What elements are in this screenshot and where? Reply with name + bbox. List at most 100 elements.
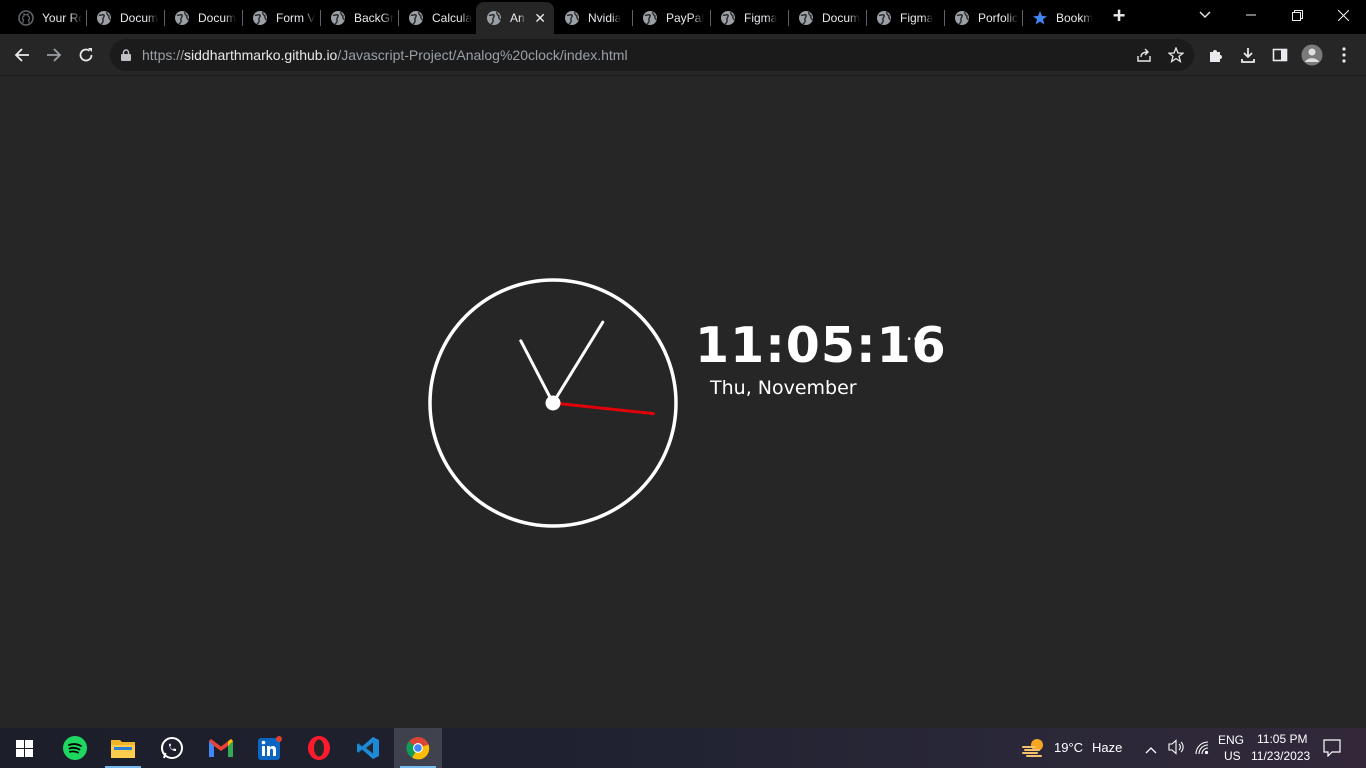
taskbar-app-opera[interactable] xyxy=(295,728,343,768)
tab-title: PayPal xyxy=(666,11,705,25)
browser-tab[interactable]: Your Re xyxy=(8,4,86,32)
gmail-icon xyxy=(209,739,233,757)
lock-icon xyxy=(121,49,131,61)
wifi-icon xyxy=(1195,741,1209,755)
globe-icon xyxy=(954,10,970,26)
tab-title: Figma xyxy=(744,11,778,25)
browser-toolbar: https://siddharthmarko.github.io/Javascr… xyxy=(0,34,1366,76)
tab-title: BackGr xyxy=(354,11,394,25)
taskbar-app-linkedin[interactable] xyxy=(246,728,294,768)
browser-tab[interactable]: Figma xyxy=(710,4,788,32)
second-hand xyxy=(551,401,655,416)
weather-condition: Haze xyxy=(1092,740,1123,755)
taskbar-app-file-explorer[interactable] xyxy=(99,728,147,768)
minimize-icon xyxy=(1246,14,1256,16)
tab-strip: Your Re Docum Docum Form V BackGr Calcula An ✕ N… xyxy=(0,0,1366,34)
tab-title: Your Re xyxy=(42,11,82,25)
tab-search-button[interactable] xyxy=(1182,0,1228,30)
back-button[interactable] xyxy=(9,42,35,68)
folder-icon xyxy=(111,740,135,758)
clock-time[interactable]: 11:05 PM xyxy=(1257,732,1307,746)
tab-title: Bookm xyxy=(1056,11,1094,25)
windows-logo-icon xyxy=(15,739,33,757)
start-button[interactable] xyxy=(0,728,48,768)
address-bar[interactable]: https://siddharthmarko.github.io/Javascr… xyxy=(110,39,1194,71)
close-window-button[interactable] xyxy=(1320,0,1366,30)
browser-tab[interactable]: Calcula xyxy=(398,4,476,32)
hour-hand xyxy=(519,339,555,405)
chevron-up-icon xyxy=(1145,747,1157,754)
star-icon xyxy=(1032,10,1048,26)
tab-title: Docum xyxy=(120,11,159,25)
show-hidden-icons-button[interactable] xyxy=(1145,741,1157,759)
close-icon xyxy=(1337,9,1349,21)
forward-button[interactable] xyxy=(41,42,67,68)
browser-tab[interactable]: Docum xyxy=(788,4,866,32)
taskbar-app-spotify[interactable] xyxy=(51,728,99,768)
globe-icon xyxy=(408,10,424,26)
speaker-icon xyxy=(1168,739,1184,755)
action-center-button[interactable] xyxy=(1323,739,1341,762)
extensions-button[interactable] xyxy=(1204,43,1228,67)
whatsapp-icon xyxy=(161,737,183,759)
vscode-icon xyxy=(357,737,379,759)
page-content: 11:05:16 ··· Thu, November xyxy=(0,77,1366,728)
input-language[interactable]: ENG xyxy=(1218,733,1244,747)
globe-icon xyxy=(486,10,502,26)
chevron-down-icon xyxy=(1199,11,1211,18)
url-scheme: https:// xyxy=(142,47,185,63)
arrow-left-icon xyxy=(14,48,29,62)
opera-icon xyxy=(308,736,330,760)
bookmark-button[interactable] xyxy=(1164,43,1188,67)
browser-tab[interactable]: Porfolic xyxy=(944,4,1022,32)
browser-tab[interactable]: Figma xyxy=(866,4,944,32)
share-button[interactable] xyxy=(1132,43,1156,67)
haze-weather-icon xyxy=(1022,739,1043,757)
star-outline-icon xyxy=(1168,47,1184,63)
weather-temp: 19°C xyxy=(1054,740,1084,755)
arrow-right-icon xyxy=(47,48,62,62)
new-tab-button[interactable]: + xyxy=(1106,5,1132,29)
url-path: /Javascript-Project/Analog%20clock/index… xyxy=(337,47,628,63)
taskbar-app-whatsapp[interactable] xyxy=(148,728,196,768)
downloads-button[interactable] xyxy=(1236,43,1260,67)
browser-tab[interactable]: Docum xyxy=(164,4,242,32)
profile-avatar[interactable] xyxy=(1300,43,1324,67)
side-panel-button[interactable] xyxy=(1268,43,1292,67)
tab-title: An xyxy=(510,11,525,25)
globe-icon xyxy=(174,10,190,26)
network-button[interactable] xyxy=(1194,740,1210,761)
taskbar-app-gmail[interactable] xyxy=(197,728,245,768)
url-text: https://siddharthmarko.github.io/Javascr… xyxy=(142,47,628,63)
reload-button[interactable] xyxy=(73,42,99,68)
browser-tab[interactable]: Docum xyxy=(86,4,164,32)
date-text: Thu, November xyxy=(710,377,857,399)
restore-icon xyxy=(1291,9,1303,21)
globe-icon xyxy=(96,10,112,26)
taskbar-app-chrome[interactable] xyxy=(394,728,442,768)
globe-icon xyxy=(720,10,736,26)
globe-icon xyxy=(876,10,892,26)
browser-tab[interactable]: Bookm xyxy=(1022,4,1100,32)
minimize-button[interactable] xyxy=(1228,0,1274,30)
globe-icon xyxy=(798,10,814,26)
close-tab-icon[interactable]: ✕ xyxy=(534,10,546,27)
ellipsis-text: ··· xyxy=(906,327,926,351)
volume-button[interactable] xyxy=(1168,739,1186,760)
browser-tab[interactable]: PayPal xyxy=(632,4,710,32)
browser-tab[interactable]: Nvidia xyxy=(554,4,632,32)
weather-widget[interactable] xyxy=(1021,737,1047,764)
taskbar-app-vscode[interactable] xyxy=(344,728,392,768)
restore-button[interactable] xyxy=(1274,0,1320,30)
globe-icon xyxy=(642,10,658,26)
minute-hand xyxy=(551,320,605,405)
browser-tab[interactable]: BackGr xyxy=(320,4,398,32)
browser-tab[interactable]: An ✕ xyxy=(476,2,554,34)
analog-clock xyxy=(428,278,678,528)
globe-icon xyxy=(564,10,580,26)
tab-title: Calcula xyxy=(432,11,472,25)
tab-title: Figma xyxy=(900,11,934,25)
tab-title: Docum xyxy=(822,11,861,25)
browser-tab[interactable]: Form V xyxy=(242,4,320,32)
chrome-menu-button[interactable] xyxy=(1332,43,1356,67)
